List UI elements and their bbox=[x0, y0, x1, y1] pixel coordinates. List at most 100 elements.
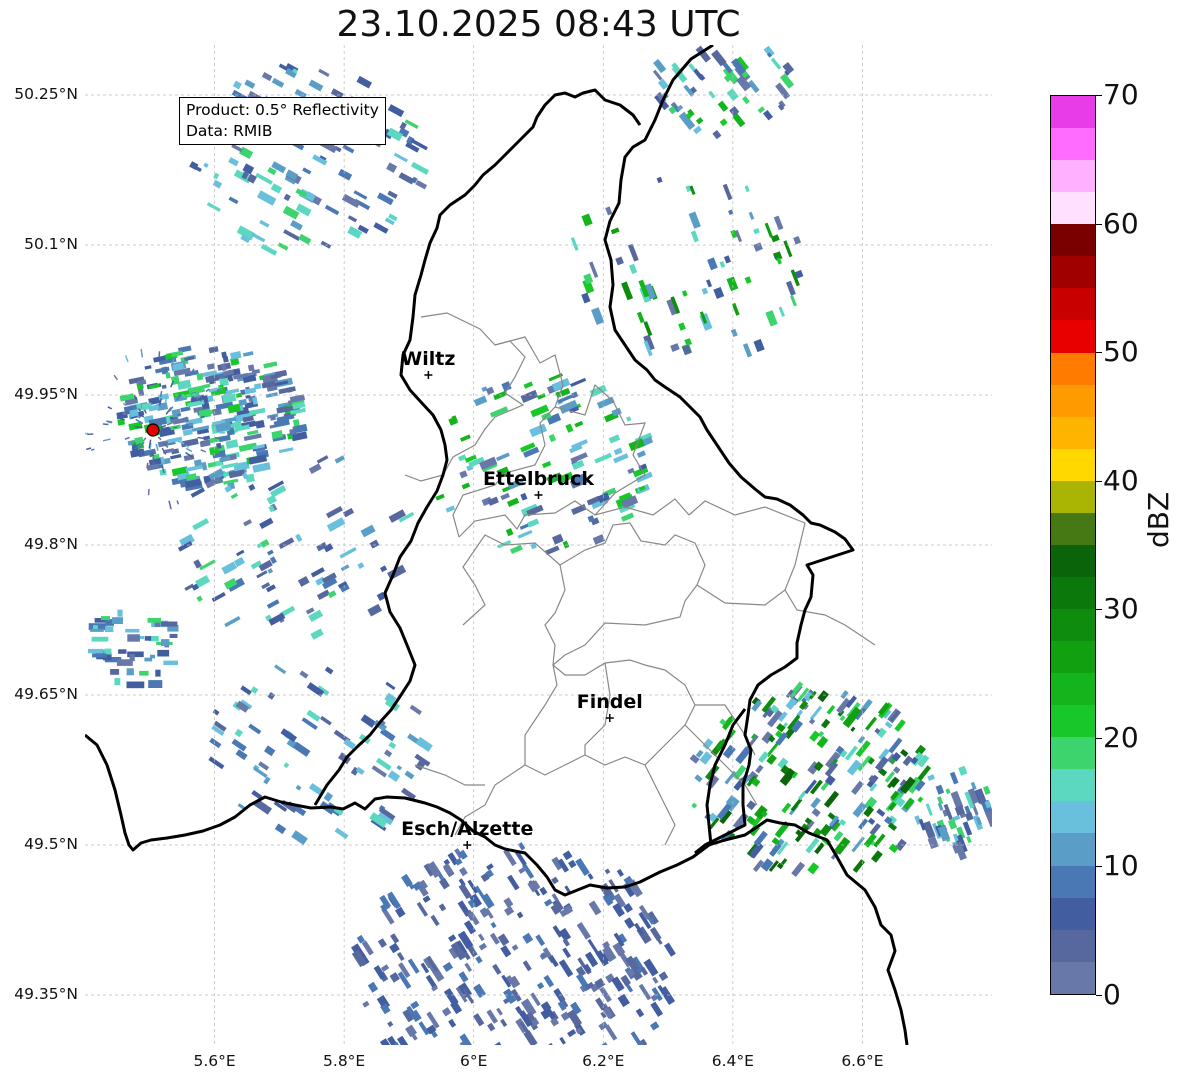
map-title: 23.10.2025 08:43 UTC bbox=[336, 4, 741, 45]
lon-label: 6°E bbox=[460, 1052, 488, 1070]
lon-label: 5.8°E bbox=[323, 1052, 366, 1070]
colorbar-segment bbox=[1051, 801, 1095, 834]
colorbar-tick: 50 bbox=[1103, 335, 1139, 369]
colorbar-label: dBZ bbox=[1142, 491, 1175, 548]
colorbar-segment bbox=[1051, 512, 1095, 545]
radar-echo bbox=[92, 653, 107, 658]
colorbar-segment bbox=[1051, 352, 1095, 385]
lat-label: 49.8°N bbox=[24, 535, 78, 553]
product-label: Product: 0.5° Reflectivity bbox=[186, 101, 379, 119]
colorbar-segment bbox=[1051, 448, 1095, 481]
radar-echo bbox=[147, 617, 161, 623]
radar-echo bbox=[110, 669, 120, 675]
colorbar-segment bbox=[1051, 576, 1095, 609]
colorbar-segment bbox=[1051, 929, 1095, 962]
colorbar-segment bbox=[1051, 224, 1095, 257]
colorbar-segment bbox=[1051, 320, 1095, 353]
radar-echo bbox=[161, 639, 170, 646]
radar-echo bbox=[125, 628, 140, 633]
colorbar-tick-mark bbox=[1096, 223, 1102, 225]
radar-echo bbox=[163, 660, 178, 666]
colorbar-segment bbox=[1051, 384, 1095, 417]
colorbar-segment bbox=[1051, 96, 1095, 129]
colorbar-segment bbox=[1051, 865, 1095, 898]
radar-echo bbox=[148, 680, 163, 688]
radar-echo bbox=[222, 356, 229, 363]
radar-site-dot bbox=[146, 423, 160, 437]
radar-echo bbox=[269, 414, 276, 421]
colorbar-tick-mark bbox=[1096, 866, 1102, 868]
lon-label: 5.6°E bbox=[193, 1052, 236, 1070]
colorbar-tick-mark bbox=[1096, 480, 1102, 482]
colorbar-segment bbox=[1051, 480, 1095, 513]
colorbar-segment bbox=[1051, 544, 1095, 577]
colorbar-tick: 10 bbox=[1103, 849, 1139, 883]
radar-echo bbox=[88, 648, 104, 654]
radar-echo bbox=[126, 668, 134, 676]
city-label: Findel bbox=[576, 691, 643, 713]
radar-echo bbox=[101, 616, 110, 621]
city-label: Esch/Alzette bbox=[401, 818, 534, 840]
radar-echo bbox=[126, 681, 145, 689]
colorbar-tick: 30 bbox=[1103, 592, 1139, 626]
colorbar-tick-mark bbox=[1096, 95, 1102, 96]
lat-label: 49.5°N bbox=[24, 835, 78, 853]
radar-echo bbox=[219, 432, 226, 434]
colorbar-segment bbox=[1051, 897, 1095, 930]
colorbar bbox=[1050, 95, 1096, 995]
radar-echo bbox=[144, 636, 152, 641]
lon-label: 6.4°E bbox=[711, 1052, 754, 1070]
product-info-box: Product: 0.5° Reflectivity Data: RMIB bbox=[179, 97, 386, 145]
radar-echo bbox=[161, 621, 178, 627]
radar-map[interactable]: Product: 0.5° Reflectivity Data: RMIB Wi… bbox=[85, 45, 992, 1045]
lat-label: 49.65°N bbox=[14, 685, 78, 703]
colorbar-tick: 70 bbox=[1103, 78, 1139, 111]
lat-label: 50.25°N bbox=[14, 85, 78, 103]
radar-echo bbox=[118, 649, 127, 654]
radar-site-marker bbox=[146, 423, 160, 437]
radar-echo bbox=[90, 628, 104, 632]
colorbar-segment bbox=[1051, 256, 1095, 289]
colorbar-segment bbox=[1051, 673, 1095, 706]
radar-echo bbox=[116, 659, 133, 666]
radar-echo bbox=[114, 678, 121, 686]
colorbar-segment bbox=[1051, 769, 1095, 802]
data-source-label: Data: RMIB bbox=[186, 122, 273, 140]
colorbar-tick: 20 bbox=[1103, 720, 1139, 754]
map-canvas bbox=[85, 45, 992, 1045]
colorbar-segment bbox=[1051, 416, 1095, 449]
radar-echo bbox=[91, 636, 109, 642]
colorbar-segment bbox=[1051, 192, 1095, 225]
lat-label: 49.95°N bbox=[14, 385, 78, 403]
radar-echo bbox=[157, 649, 170, 657]
city-label: Ettelbruck bbox=[483, 468, 594, 490]
radar-echo bbox=[112, 617, 123, 624]
colorbar-segment bbox=[1051, 705, 1095, 738]
colorbar-tick: 0 bbox=[1103, 978, 1121, 1011]
lon-label: 6.6°E bbox=[841, 1052, 884, 1070]
colorbar-tick-mark bbox=[1096, 995, 1102, 996]
colorbar-segment bbox=[1051, 609, 1095, 642]
lat-label: 49.35°N bbox=[14, 985, 78, 1003]
colorbar-segment bbox=[1051, 833, 1095, 866]
colorbar-tick-mark bbox=[1096, 609, 1102, 611]
colorbar-tick: 40 bbox=[1103, 463, 1139, 497]
radar-echo bbox=[139, 670, 149, 676]
colorbar-segment bbox=[1051, 288, 1095, 321]
colorbar-segment bbox=[1051, 128, 1095, 161]
radar-echo bbox=[105, 626, 114, 632]
radar-echo bbox=[117, 609, 123, 617]
lon-label: 6.2°E bbox=[582, 1052, 625, 1070]
radar-echo bbox=[152, 457, 155, 465]
colorbar-tick-mark bbox=[1096, 352, 1102, 354]
radar-echo bbox=[169, 633, 178, 638]
city-label: Wiltz bbox=[401, 348, 456, 370]
colorbar-segment bbox=[1051, 641, 1095, 674]
colorbar-tick-mark bbox=[1096, 737, 1102, 739]
lat-label: 50.1°N bbox=[24, 235, 78, 253]
colorbar-segment bbox=[1051, 961, 1095, 994]
radar-echo bbox=[150, 654, 156, 659]
colorbar-tick: 60 bbox=[1103, 206, 1139, 240]
colorbar-segment bbox=[1051, 160, 1095, 193]
radar-echo bbox=[127, 634, 140, 642]
